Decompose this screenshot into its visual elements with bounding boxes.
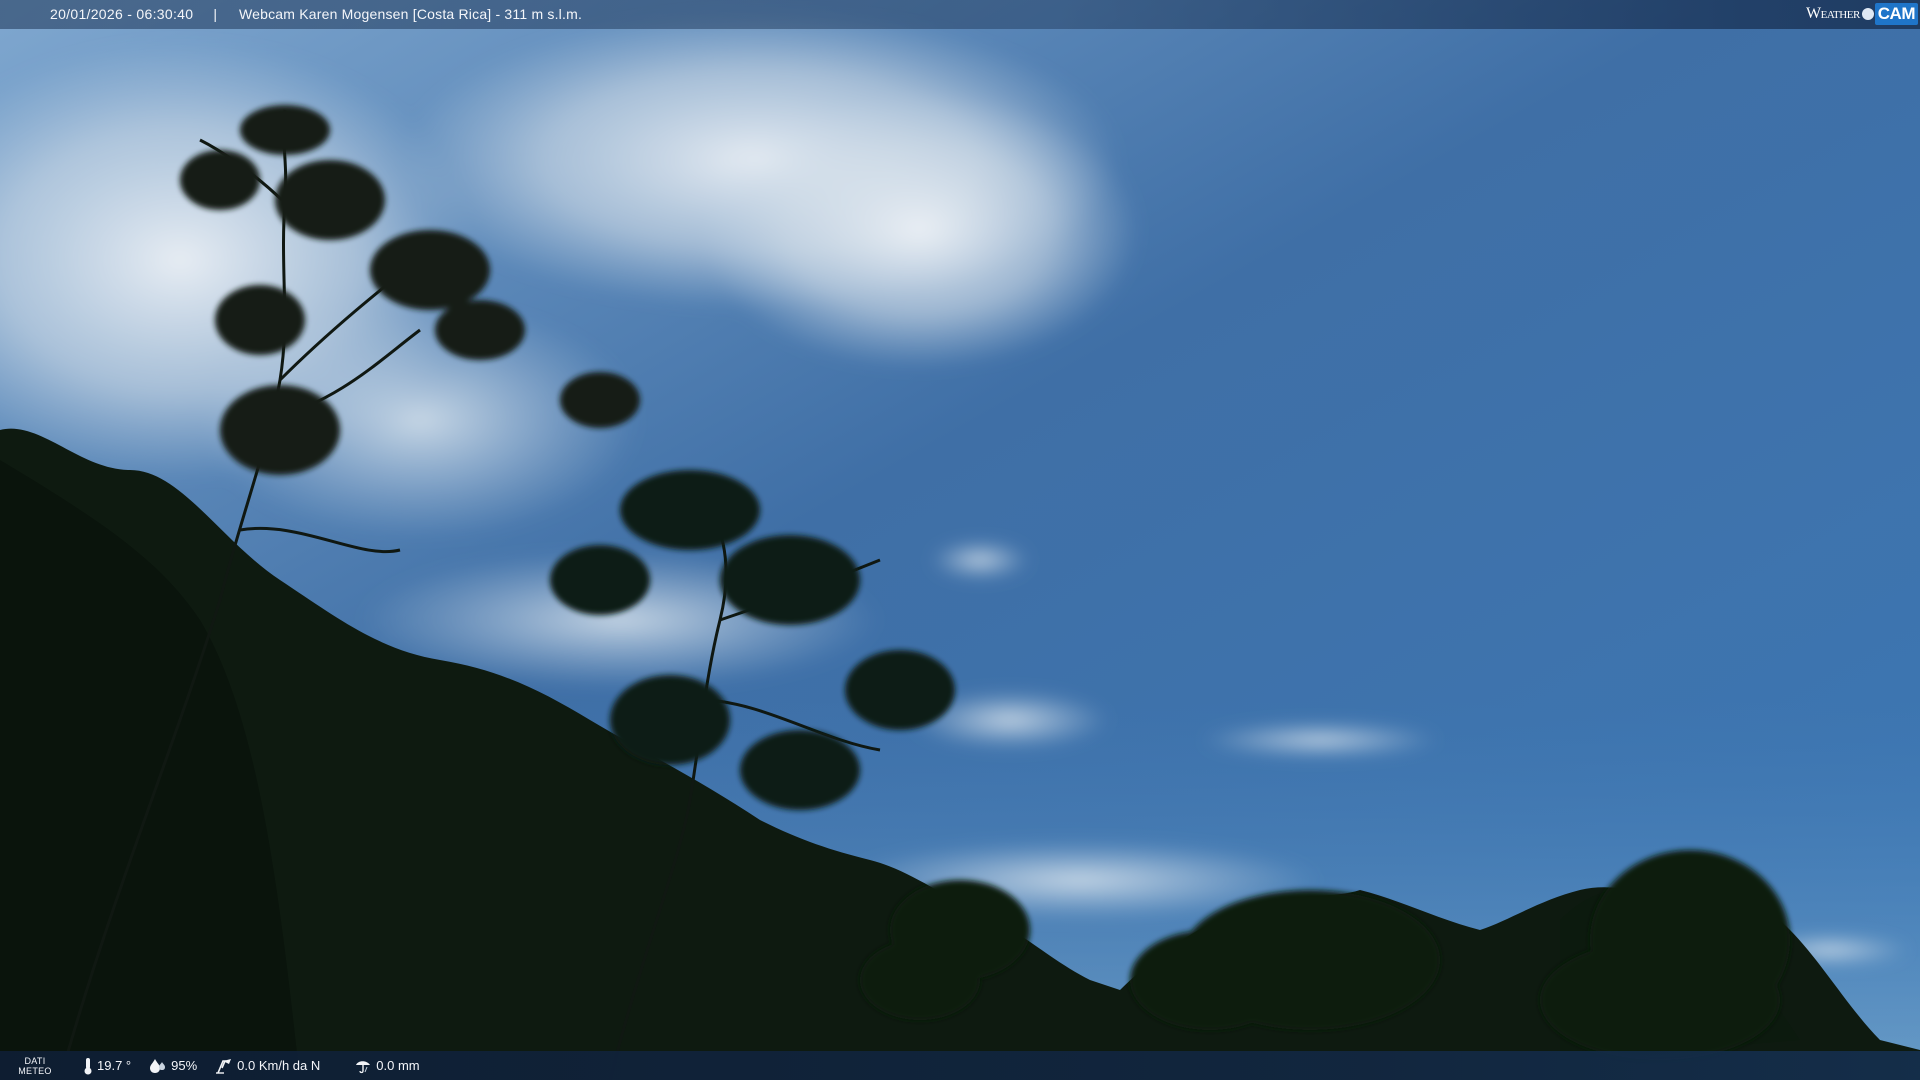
humidity-value: 95% [171, 1058, 198, 1073]
temperature-value: 19.7 ° [97, 1058, 132, 1073]
rain-icon [356, 1060, 371, 1073]
weather-data-label-line1: DATI [24, 1055, 46, 1066]
temperature-reading: 19.7 ° [83, 1057, 131, 1075]
weather-data-bar: DATI METEO 19.7 ° 95% 0.0 Km/h da N 0.0 … [0, 1051, 1920, 1080]
timestamp: 20/01/2026 - 06:30:40 [50, 6, 194, 22]
wind-reading: 0.0 Km/h da N [215, 1058, 320, 1074]
webcam-image [0, 0, 1920, 1080]
brand-weather-text: Weather [1806, 5, 1860, 22]
header-separator: | [213, 6, 217, 22]
weathercam-logo[interactable]: Weather CAM [1806, 3, 1918, 25]
weather-data-label: DATI METEO [5, 1056, 65, 1076]
humidity-reading: 95% [149, 1058, 197, 1074]
brand-dot-icon [1861, 8, 1874, 20]
webcam-header-bar: 20/01/2026 - 06:30:40 | Webcam Karen Mog… [0, 0, 1920, 29]
weather-data-label-line2: METEO [18, 1065, 52, 1076]
rain-value: 0.0 mm [376, 1058, 420, 1073]
thermometer-icon [84, 1057, 92, 1074]
camera-title: Webcam Karen Mogensen [Costa Rica] - 311… [238, 6, 583, 22]
wind-icon [216, 1058, 232, 1074]
humidity-drop-icon [150, 1058, 166, 1073]
rain-reading: 0.0 mm [354, 1058, 420, 1074]
brand-cam-text: CAM [1874, 3, 1918, 25]
wind-value: 0.0 Km/h da N [237, 1058, 321, 1073]
